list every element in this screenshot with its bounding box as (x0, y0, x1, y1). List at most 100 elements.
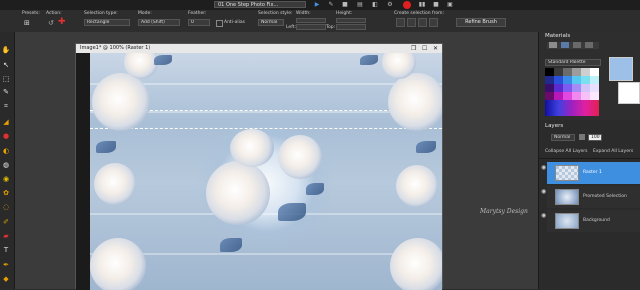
pause-record-icon[interactable]: ▮▮ (418, 1, 426, 9)
expand-all-layers-button[interactable]: Expand All Layers (593, 149, 633, 154)
edit-script-icon[interactable]: ✎ (327, 1, 335, 9)
pick-tool-icon[interactable]: ↖ (1, 61, 11, 69)
width-input[interactable] (296, 18, 326, 23)
palette-tab-icon[interactable] (585, 42, 593, 48)
reset-icon[interactable]: ↺ (48, 19, 54, 27)
script-settings-icon[interactable]: ⚙ (386, 1, 394, 9)
palette-swatch[interactable] (563, 68, 572, 76)
from-all-layers-icon[interactable] (418, 18, 427, 27)
palette-swatches[interactable] (545, 68, 599, 116)
palette-swatch[interactable] (572, 84, 581, 92)
close-icon[interactable]: ✕ (433, 44, 438, 53)
image-canvas[interactable] (90, 53, 442, 290)
texture-stripe (90, 213, 442, 215)
eraser-tool-icon[interactable]: ▰ (1, 232, 11, 240)
visibility-icon[interactable]: ◉ (541, 164, 546, 171)
palette-swatch[interactable] (590, 76, 599, 84)
fill-tool-icon[interactable]: ◆ (1, 275, 11, 283)
visibility-icon[interactable]: ◉ (541, 188, 546, 195)
layer-row[interactable]: Promoted Selection (547, 186, 640, 208)
height-input[interactable] (336, 18, 366, 23)
save-script-icon[interactable]: ▤ (356, 1, 364, 9)
palette-swatch[interactable] (590, 92, 599, 100)
palette-swatch[interactable] (554, 68, 563, 76)
frame-tab-icon[interactable] (549, 42, 557, 48)
blend-mode-select[interactable]: Normal (551, 134, 575, 141)
left-input[interactable] (296, 24, 326, 30)
palette-swatch[interactable] (554, 76, 563, 84)
visibility-icon[interactable]: ◉ (541, 212, 546, 219)
text-tool-icon[interactable]: T (1, 246, 11, 254)
palette-swatch[interactable] (554, 92, 563, 100)
image-titlebar[interactable]: Image1* @ 100% (Raster 1) ❐ ☐ ✕ (76, 44, 442, 53)
layer-row[interactable]: Raster 1 (547, 162, 640, 184)
restore-icon[interactable]: ❐ (411, 44, 416, 53)
record-script-icon[interactable] (403, 1, 411, 9)
background-swatch[interactable] (618, 82, 640, 104)
leaf-decoration (96, 141, 116, 153)
swatches-tab-icon[interactable] (573, 42, 581, 48)
width-label: Width: (296, 11, 311, 16)
red-eye-tool-icon[interactable]: ● (1, 132, 11, 140)
image-title: Image1* @ 100% (Raster 1) (80, 45, 151, 51)
script-select[interactable]: 01 One Step Photo Fix... (214, 1, 306, 8)
stop-script-icon[interactable]: ■ (341, 1, 349, 9)
palette-swatch[interactable] (590, 68, 599, 76)
pan-tool-icon[interactable]: ✋ (1, 46, 11, 54)
antialias-checkbox[interactable] (216, 20, 223, 27)
selection-style-select[interactable]: Normal (258, 19, 284, 26)
palette-swatch[interactable] (572, 76, 581, 84)
dropper-tool-icon[interactable]: ✎ (1, 88, 11, 96)
palette-swatch[interactable] (572, 68, 581, 76)
makeover-tool-icon[interactable]: ✿ (1, 189, 11, 197)
materials-tabs (547, 42, 599, 49)
palette-swatch[interactable] (590, 84, 599, 92)
crop-tool-icon[interactable]: ⌗ (1, 102, 11, 110)
run-script-icon[interactable]: ▶ (313, 1, 321, 9)
collapse-all-layers-button[interactable]: Collapse All Layers (545, 149, 587, 154)
palette-swatch[interactable] (581, 68, 590, 76)
opacity-input[interactable]: 100 (588, 134, 602, 141)
mode-select[interactable]: Add (Shift) (138, 19, 180, 26)
stop-record-icon[interactable]: ■ (432, 1, 440, 9)
foreground-swatch[interactable] (609, 57, 633, 81)
maximize-icon[interactable]: ☐ (422, 44, 427, 53)
palette-swatch[interactable] (545, 68, 554, 76)
layers-panel: Layers Normal 100 Collapse All Layers Ex… (539, 122, 640, 289)
paint-brush-icon[interactable]: ✐ (1, 218, 11, 226)
palette-swatch[interactable] (581, 84, 590, 92)
palette-swatch[interactable] (563, 92, 572, 100)
feather-input[interactable]: 0 (188, 19, 210, 26)
selection-type-select[interactable]: Rectangle (84, 19, 130, 26)
refine-brush-button[interactable]: Refine Brush (456, 18, 506, 27)
selection-marquee (90, 128, 442, 129)
selection-tool-icon[interactable]: ⬚ (1, 75, 11, 83)
straighten-tool-icon[interactable]: ◢ (1, 118, 11, 126)
palette-swatch[interactable] (545, 92, 554, 100)
top-input[interactable] (336, 24, 366, 30)
pen-tool-icon[interactable]: ✒ (1, 261, 11, 269)
scratch-remover-icon[interactable]: ◍ (1, 161, 11, 169)
palette-swatch[interactable] (545, 84, 554, 92)
save-record-icon[interactable]: ▣ (446, 1, 454, 9)
smudge-tool-icon[interactable]: ◌ (1, 203, 11, 211)
palette-swatch[interactable] (581, 76, 590, 84)
palette-swatch[interactable] (581, 92, 590, 100)
from-image-icon[interactable] (407, 18, 416, 27)
presets-icon[interactable]: ⊞ (24, 19, 34, 27)
clone-tool-icon[interactable]: ◐ (1, 147, 11, 155)
palette-swatch[interactable] (545, 76, 554, 84)
palette-swatch[interactable] (572, 92, 581, 100)
layer-row[interactable]: Background (547, 210, 640, 232)
palette-select[interactable]: Standard Palette (545, 59, 601, 66)
dodge-tool-icon[interactable]: ◉ (1, 175, 11, 183)
from-layer-icon[interactable] (396, 18, 405, 27)
hue-strip[interactable] (545, 100, 599, 116)
script-options-icon[interactable]: ◧ (371, 1, 379, 9)
palette-swatch[interactable] (563, 76, 572, 84)
from-selection-icon[interactable] (429, 18, 438, 27)
add-icon[interactable]: ✚ (58, 18, 66, 27)
rainbow-tab-icon[interactable] (561, 42, 569, 48)
palette-swatch[interactable] (554, 84, 563, 92)
palette-swatch[interactable] (563, 84, 572, 92)
